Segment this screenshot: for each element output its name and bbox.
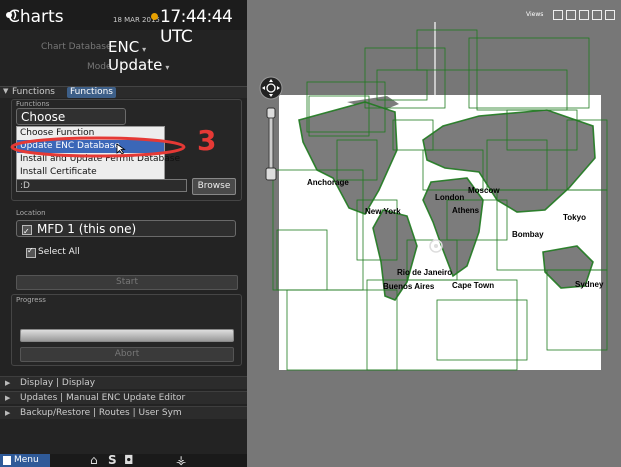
views-label: Views	[526, 11, 544, 18]
start-button[interactable]: Start	[16, 275, 238, 290]
city-rio-de-janeiro: Rio de Janeiro	[397, 268, 452, 277]
location-section-title: Location	[16, 209, 46, 217]
standby-s-icon[interactable]: S	[108, 454, 117, 467]
menu-item-install-certificate[interactable]: Install Certificate	[17, 166, 164, 179]
menu-item-install-update-permit[interactable]: Install and Update Permit Database	[17, 153, 180, 166]
accordion-display-label: Display | Display	[20, 378, 96, 388]
menu-item-choose-function[interactable]: Choose Function	[17, 127, 164, 140]
expand-triangle-icon: ▶	[5, 379, 11, 387]
accordion-backup[interactable]: ▶ Backup/Restore | Routes | User Sym	[0, 406, 247, 419]
select-all-label: Select All	[38, 247, 80, 257]
mode-select[interactable]: Update ▾	[108, 56, 169, 74]
tab-functions[interactable]: Functions	[12, 87, 55, 97]
menu-label: Menu	[14, 455, 39, 465]
select-all-checkbox[interactable]	[26, 246, 36, 258]
city-anchorage: Anchorage	[307, 178, 349, 187]
accordion-backup-label: Backup/Restore | Routes | User Sym	[20, 408, 182, 418]
collapse-triangle-icon[interactable]: ▼	[3, 87, 8, 95]
zoom-in-icon	[266, 107, 276, 119]
expand-triangle-icon: ▶	[5, 394, 11, 402]
abort-button[interactable]: Abort	[20, 347, 234, 362]
menu-icon	[3, 456, 11, 465]
view-layout-5-icon[interactable]	[605, 10, 615, 20]
radar-icon[interactable]: ⚶	[176, 454, 186, 467]
status-dot-icon	[151, 13, 158, 20]
functions-section-title: Functions	[16, 100, 50, 108]
city-london: London	[435, 193, 464, 202]
accordion-display[interactable]: ▶ Display | Display	[0, 376, 247, 389]
zoom-out-icon	[265, 167, 277, 181]
city-bombay: Bombay	[512, 230, 544, 239]
city-athens: Athens	[452, 206, 480, 215]
function-menu: Choose Function Update ENC Database Inst…	[16, 126, 180, 180]
chart-database-label: Chart Database	[41, 42, 112, 52]
progress-bar	[20, 329, 234, 342]
progress-section-title: Progress	[16, 296, 46, 304]
tab-functions-active[interactable]: Functions	[67, 87, 116, 98]
zoom-control[interactable]	[259, 76, 287, 186]
city-tokyo: Tokyo	[563, 213, 586, 222]
city-new-york: New York	[365, 207, 401, 216]
accordion-updates[interactable]: ▶ Updates | Manual ENC Update Editor	[0, 391, 247, 404]
view-layout-1-icon[interactable]	[553, 10, 563, 20]
view-layout-4-icon[interactable]	[592, 10, 602, 20]
accordion-updates-label: Updates | Manual ENC Update Editor	[20, 393, 186, 403]
device-checkbox[interactable]	[22, 223, 32, 240]
step-number-annotation: 3	[197, 124, 217, 157]
choose-function-dropdown[interactable]: Choose Function▾	[16, 108, 126, 141]
view-layout-2-icon[interactable]	[566, 10, 576, 20]
zoom-slider	[268, 117, 274, 174]
chart-database-value: ENC	[108, 38, 140, 56]
browse-button[interactable]: Browse	[192, 178, 236, 195]
chart-map-area[interactable]: Anchorage London Moscow Athens New York …	[247, 0, 621, 467]
chevron-down-icon: ▾	[165, 63, 170, 72]
world-chart: Anchorage London Moscow Athens New York …	[272, 22, 608, 371]
view-layout-3-icon[interactable]	[579, 10, 589, 20]
title-bar: Charts 18 MAR 2015 17:44:44 UTC	[0, 0, 247, 47]
chart-database-select[interactable]: ENC ▾	[108, 38, 146, 56]
mouse-cursor-icon	[116, 143, 126, 155]
file-path-input[interactable]: :D	[16, 179, 187, 192]
device-row-mfd1[interactable]: MFD 1 (this one)	[16, 220, 236, 240]
menu-button[interactable]: Menu	[0, 454, 50, 467]
city-moscow: Moscow	[468, 186, 500, 195]
expand-triangle-icon: ▶	[5, 409, 11, 417]
city-buenos-aires: Buenos Aires	[383, 282, 435, 291]
bottom-bar: Menu ⌂ S ◘ ⚶	[0, 454, 247, 467]
functions-tab-bar: ▼ Functions Functions	[0, 86, 247, 98]
chevron-down-icon: ▾	[142, 45, 147, 54]
device-label: MFD 1 (this one)	[37, 222, 137, 236]
mode-value: Update	[108, 56, 163, 74]
city-sydney: Sydney	[575, 280, 604, 289]
clock: 17:44:44 UTC	[160, 7, 233, 47]
home-icon[interactable]: ⌂	[90, 454, 98, 467]
camera-icon[interactable]: ◘	[124, 454, 134, 467]
back-icon[interactable]	[4, 8, 18, 22]
menu-item-update-enc-database[interactable]: Update ENC Database	[17, 140, 164, 153]
city-cape-town: Cape Town	[452, 281, 494, 290]
app-window: Charts 18 MAR 2015 17:44:44 UTC Chart Da…	[0, 0, 621, 467]
left-panel: Charts 18 MAR 2015 17:44:44 UTC Chart Da…	[0, 0, 247, 467]
